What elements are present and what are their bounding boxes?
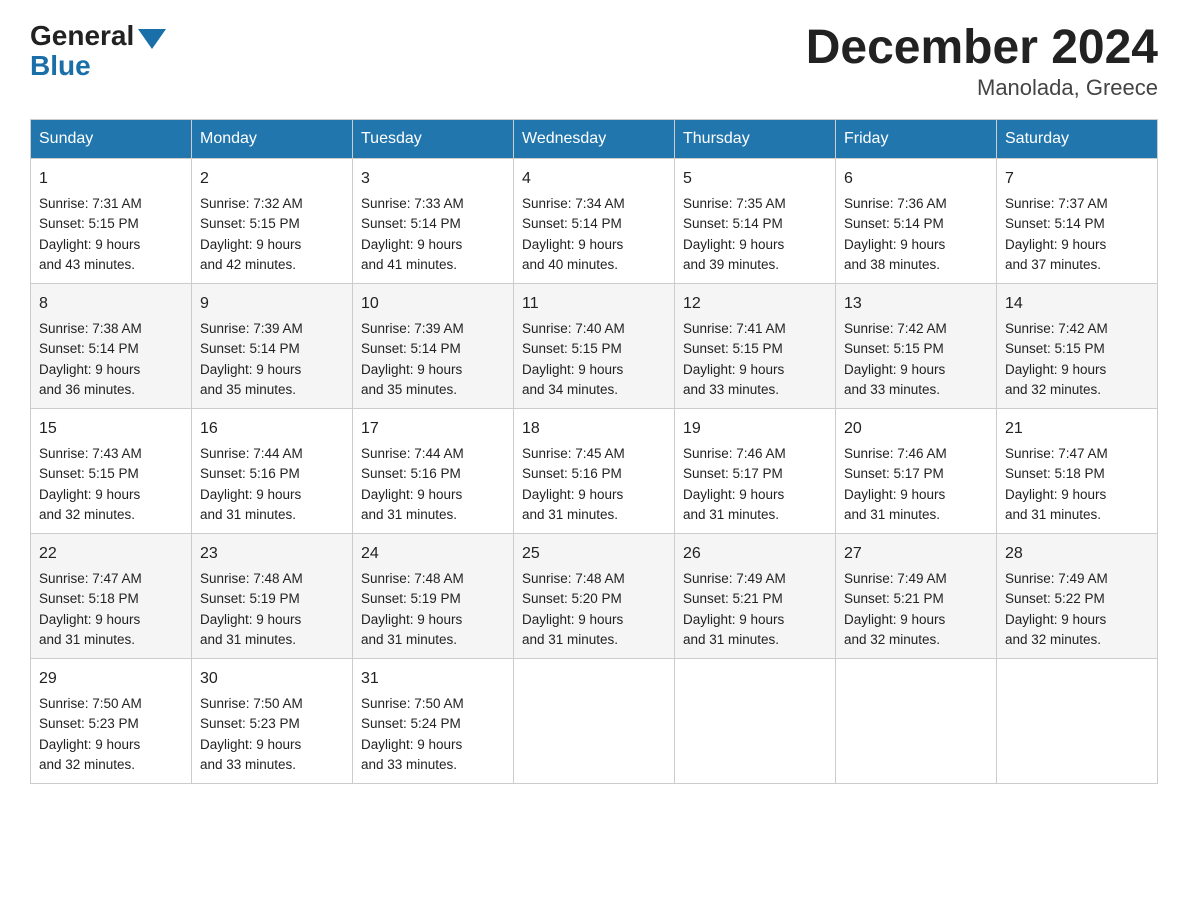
day-number: 15	[39, 417, 183, 441]
day-number: 31	[361, 667, 505, 691]
logo-blue-text: Blue	[30, 50, 91, 82]
logo: General Blue	[30, 20, 166, 82]
day-number: 24	[361, 542, 505, 566]
calendar-table: SundayMondayTuesdayWednesdayThursdayFrid…	[30, 119, 1158, 784]
day-number: 23	[200, 542, 344, 566]
day-number: 27	[844, 542, 988, 566]
calendar-week-row: 29Sunrise: 7:50 AMSunset: 5:23 PMDayligh…	[31, 659, 1158, 784]
header-friday: Friday	[836, 120, 997, 159]
calendar-day-cell: 8Sunrise: 7:38 AMSunset: 5:14 PMDaylight…	[31, 284, 192, 409]
calendar-week-row: 8Sunrise: 7:38 AMSunset: 5:14 PMDaylight…	[31, 284, 1158, 409]
calendar-day-cell: 10Sunrise: 7:39 AMSunset: 5:14 PMDayligh…	[353, 284, 514, 409]
calendar-day-cell	[514, 659, 675, 784]
calendar-title: December 2024	[806, 20, 1158, 75]
calendar-week-row: 22Sunrise: 7:47 AMSunset: 5:18 PMDayligh…	[31, 534, 1158, 659]
day-number: 12	[683, 292, 827, 316]
day-number: 4	[522, 167, 666, 191]
calendar-day-cell: 4Sunrise: 7:34 AMSunset: 5:14 PMDaylight…	[514, 159, 675, 284]
day-number: 11	[522, 292, 666, 316]
calendar-subtitle: Manolada, Greece	[806, 75, 1158, 101]
day-number: 1	[39, 167, 183, 191]
calendar-day-cell: 17Sunrise: 7:44 AMSunset: 5:16 PMDayligh…	[353, 409, 514, 534]
calendar-header-row: SundayMondayTuesdayWednesdayThursdayFrid…	[31, 120, 1158, 159]
logo-arrow-icon	[138, 29, 166, 49]
calendar-day-cell: 28Sunrise: 7:49 AMSunset: 5:22 PMDayligh…	[997, 534, 1158, 659]
header-tuesday: Tuesday	[353, 120, 514, 159]
day-number: 20	[844, 417, 988, 441]
day-number: 25	[522, 542, 666, 566]
title-area: December 2024 Manolada, Greece	[806, 20, 1158, 101]
page-header: General Blue December 2024 Manolada, Gre…	[30, 20, 1158, 101]
day-number: 7	[1005, 167, 1149, 191]
day-number: 10	[361, 292, 505, 316]
day-number: 3	[361, 167, 505, 191]
calendar-day-cell: 3Sunrise: 7:33 AMSunset: 5:14 PMDaylight…	[353, 159, 514, 284]
logo-general-text: General	[30, 20, 134, 52]
header-wednesday: Wednesday	[514, 120, 675, 159]
calendar-day-cell: 29Sunrise: 7:50 AMSunset: 5:23 PMDayligh…	[31, 659, 192, 784]
calendar-day-cell: 25Sunrise: 7:48 AMSunset: 5:20 PMDayligh…	[514, 534, 675, 659]
day-number: 29	[39, 667, 183, 691]
header-saturday: Saturday	[997, 120, 1158, 159]
calendar-day-cell	[675, 659, 836, 784]
day-number: 9	[200, 292, 344, 316]
calendar-day-cell: 5Sunrise: 7:35 AMSunset: 5:14 PMDaylight…	[675, 159, 836, 284]
day-number: 30	[200, 667, 344, 691]
calendar-day-cell: 24Sunrise: 7:48 AMSunset: 5:19 PMDayligh…	[353, 534, 514, 659]
day-number: 26	[683, 542, 827, 566]
calendar-day-cell: 31Sunrise: 7:50 AMSunset: 5:24 PMDayligh…	[353, 659, 514, 784]
calendar-day-cell: 18Sunrise: 7:45 AMSunset: 5:16 PMDayligh…	[514, 409, 675, 534]
day-number: 13	[844, 292, 988, 316]
day-number: 22	[39, 542, 183, 566]
calendar-day-cell: 30Sunrise: 7:50 AMSunset: 5:23 PMDayligh…	[192, 659, 353, 784]
day-number: 2	[200, 167, 344, 191]
calendar-day-cell: 11Sunrise: 7:40 AMSunset: 5:15 PMDayligh…	[514, 284, 675, 409]
calendar-day-cell: 21Sunrise: 7:47 AMSunset: 5:18 PMDayligh…	[997, 409, 1158, 534]
header-monday: Monday	[192, 120, 353, 159]
calendar-day-cell	[997, 659, 1158, 784]
calendar-day-cell	[836, 659, 997, 784]
calendar-day-cell: 1Sunrise: 7:31 AMSunset: 5:15 PMDaylight…	[31, 159, 192, 284]
calendar-day-cell: 27Sunrise: 7:49 AMSunset: 5:21 PMDayligh…	[836, 534, 997, 659]
day-number: 28	[1005, 542, 1149, 566]
calendar-day-cell: 22Sunrise: 7:47 AMSunset: 5:18 PMDayligh…	[31, 534, 192, 659]
calendar-day-cell: 20Sunrise: 7:46 AMSunset: 5:17 PMDayligh…	[836, 409, 997, 534]
day-number: 16	[200, 417, 344, 441]
calendar-day-cell: 26Sunrise: 7:49 AMSunset: 5:21 PMDayligh…	[675, 534, 836, 659]
calendar-day-cell: 15Sunrise: 7:43 AMSunset: 5:15 PMDayligh…	[31, 409, 192, 534]
calendar-day-cell: 2Sunrise: 7:32 AMSunset: 5:15 PMDaylight…	[192, 159, 353, 284]
day-number: 6	[844, 167, 988, 191]
header-thursday: Thursday	[675, 120, 836, 159]
day-number: 19	[683, 417, 827, 441]
calendar-day-cell: 13Sunrise: 7:42 AMSunset: 5:15 PMDayligh…	[836, 284, 997, 409]
calendar-day-cell: 12Sunrise: 7:41 AMSunset: 5:15 PMDayligh…	[675, 284, 836, 409]
day-number: 17	[361, 417, 505, 441]
calendar-day-cell: 7Sunrise: 7:37 AMSunset: 5:14 PMDaylight…	[997, 159, 1158, 284]
calendar-week-row: 15Sunrise: 7:43 AMSunset: 5:15 PMDayligh…	[31, 409, 1158, 534]
header-sunday: Sunday	[31, 120, 192, 159]
calendar-day-cell: 16Sunrise: 7:44 AMSunset: 5:16 PMDayligh…	[192, 409, 353, 534]
day-number: 21	[1005, 417, 1149, 441]
day-number: 18	[522, 417, 666, 441]
day-number: 5	[683, 167, 827, 191]
day-number: 8	[39, 292, 183, 316]
calendar-day-cell: 6Sunrise: 7:36 AMSunset: 5:14 PMDaylight…	[836, 159, 997, 284]
day-number: 14	[1005, 292, 1149, 316]
calendar-day-cell: 19Sunrise: 7:46 AMSunset: 5:17 PMDayligh…	[675, 409, 836, 534]
calendar-day-cell: 23Sunrise: 7:48 AMSunset: 5:19 PMDayligh…	[192, 534, 353, 659]
calendar-week-row: 1Sunrise: 7:31 AMSunset: 5:15 PMDaylight…	[31, 159, 1158, 284]
calendar-day-cell: 9Sunrise: 7:39 AMSunset: 5:14 PMDaylight…	[192, 284, 353, 409]
calendar-day-cell: 14Sunrise: 7:42 AMSunset: 5:15 PMDayligh…	[997, 284, 1158, 409]
